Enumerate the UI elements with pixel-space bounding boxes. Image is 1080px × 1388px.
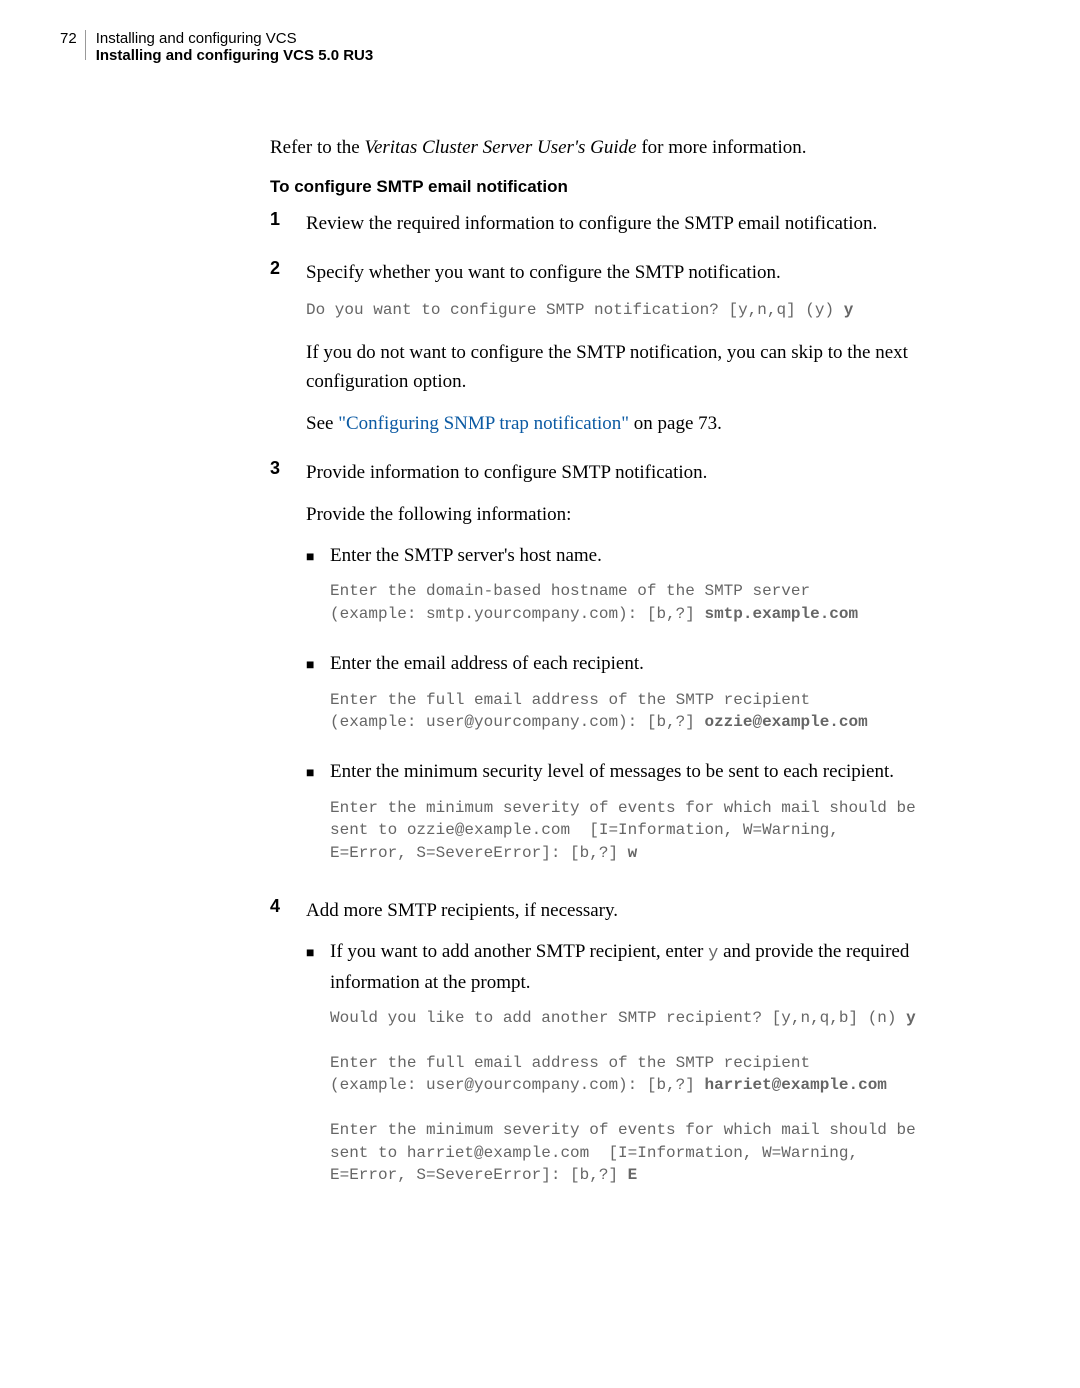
intro-paragraph: Refer to the Veritas Cluster Server User… (270, 134, 1000, 163)
step1-text: Review the required information to confi… (306, 209, 1000, 238)
step-4: 4 Add more SMTP recipients, if necessary… (270, 896, 1000, 1210)
section-title: Installing and configuring VCS 5.0 RU3 (96, 47, 374, 64)
step3-para2: Provide the following information: (306, 500, 1000, 529)
intro-prefix: Refer to the (270, 137, 364, 158)
step-number: 4 (270, 896, 306, 1210)
code-answer: y (906, 1009, 916, 1027)
code-answer: w (628, 844, 638, 862)
inline-code-y: y (708, 944, 718, 963)
chapter-title: Installing and configuring VCS (96, 30, 374, 47)
code-c1: Enter the minimum severity of events for… (330, 1121, 916, 1139)
code-b2: (example: user@yourcompany.com): [b,?] (330, 1076, 704, 1094)
step-number: 2 (270, 258, 306, 450)
page-number: 72 (60, 30, 77, 47)
code-c3: E=Error, S=SevereError]: [b,?] (330, 1166, 628, 1184)
bullet-item: ■ If you want to add another SMTP recipi… (306, 937, 1000, 1202)
code-block: Enter the full email address of the SMTP… (330, 689, 1000, 734)
bullet-icon: ■ (306, 541, 330, 641)
b1-prefix: If you want to add another SMTP recipien… (330, 941, 708, 962)
code-l2: (example: user@yourcompany.com): [b,?] (330, 713, 704, 731)
code-block: Do you want to configure SMTP notificati… (306, 299, 1000, 321)
step-number: 3 (270, 458, 306, 888)
code-b1: Enter the full email address of the SMTP… (330, 1054, 810, 1072)
bullet1-text: Enter the SMTP server's host name. (330, 541, 1000, 570)
bullet-body: Enter the SMTP server's host name. Enter… (330, 541, 1000, 641)
step-body: Provide information to configure SMTP no… (306, 458, 1000, 888)
bullet-icon: ■ (306, 649, 330, 749)
header-text: Installing and configuring VCS Installin… (96, 30, 374, 64)
code-l1: Enter the full email address of the SMTP… (330, 691, 810, 709)
bullet-text: If you want to add another SMTP recipien… (330, 937, 1000, 997)
step-3: 3 Provide information to configure SMTP … (270, 458, 1000, 888)
code-answer: smtp.example.com (704, 605, 858, 623)
code-c2: sent to harriet@example.com [I=Informati… (330, 1144, 858, 1162)
code-l3: E=Error, S=SevereError]: [b,?] (330, 844, 628, 862)
step-body: Specify whether you want to configure th… (306, 258, 1000, 450)
code-answer: E (628, 1166, 638, 1184)
bullet-item: ■ Enter the minimum security level of me… (306, 757, 1000, 880)
procedure-heading: To configure SMTP email notification (270, 177, 1000, 197)
see-prefix: See (306, 413, 338, 434)
step-2: 2 Specify whether you want to configure … (270, 258, 1000, 450)
step3-text: Provide information to configure SMTP no… (306, 458, 1000, 487)
guide-title: Veritas Cluster Server User's Guide (364, 137, 636, 158)
step2-para2: If you do not want to configure the SMTP… (306, 338, 1000, 397)
see-link[interactable]: "Configuring SNMP trap notification" (338, 413, 629, 434)
bullet-body: Enter the email address of each recipien… (330, 649, 1000, 749)
page-container: 72 Installing and configuring VCS Instal… (0, 0, 1080, 1278)
code-block: Enter the domain-based hostname of the S… (330, 580, 1000, 625)
step-number: 1 (270, 209, 306, 250)
bullet-item: ■ Enter the email address of each recipi… (306, 649, 1000, 749)
bullet-item: ■ Enter the SMTP server's host name. Ent… (306, 541, 1000, 641)
bullet-body: If you want to add another SMTP recipien… (330, 937, 1000, 1202)
code-l1: Enter the minimum severity of events for… (330, 799, 916, 817)
code-l1: Enter the domain-based hostname of the S… (330, 582, 810, 600)
bullet2-text: Enter the email address of each recipien… (330, 649, 1000, 678)
code-answer: harriet@example.com (704, 1076, 886, 1094)
content-body: Refer to the Veritas Cluster Server User… (270, 134, 1000, 1210)
step-1: 1 Review the required information to con… (270, 209, 1000, 250)
see-suffix: on page 73. (629, 413, 722, 434)
code-l2: (example: smtp.yourcompany.com): [b,?] (330, 605, 704, 623)
page-header: 72 Installing and configuring VCS Instal… (60, 30, 1000, 64)
step-body: Review the required information to confi… (306, 209, 1000, 250)
bullet3-text: Enter the minimum security level of mess… (330, 757, 1000, 786)
bullet-icon: ■ (306, 937, 330, 1202)
code-block: Enter the minimum severity of events for… (330, 797, 1000, 864)
code-answer: ozzie@example.com (704, 713, 867, 731)
code-l2: sent to ozzie@example.com [I=Information… (330, 821, 839, 839)
intro-suffix: for more information. (637, 137, 807, 158)
code-answer: y (844, 301, 854, 319)
code-line: Do you want to configure SMTP notificati… (306, 301, 844, 319)
bullet-body: Enter the minimum security level of mess… (330, 757, 1000, 880)
step2-see: See "Configuring SNMP trap notification"… (306, 409, 1000, 438)
step4-text: Add more SMTP recipients, if necessary. (306, 896, 1000, 925)
bullet-icon: ■ (306, 757, 330, 880)
code-a1: Would you like to add another SMTP recip… (330, 1009, 906, 1027)
code-block: Would you like to add another SMTP recip… (330, 1007, 1000, 1186)
header-divider (85, 30, 86, 60)
step2-text: Specify whether you want to configure th… (306, 258, 1000, 287)
step-body: Add more SMTP recipients, if necessary. … (306, 896, 1000, 1210)
